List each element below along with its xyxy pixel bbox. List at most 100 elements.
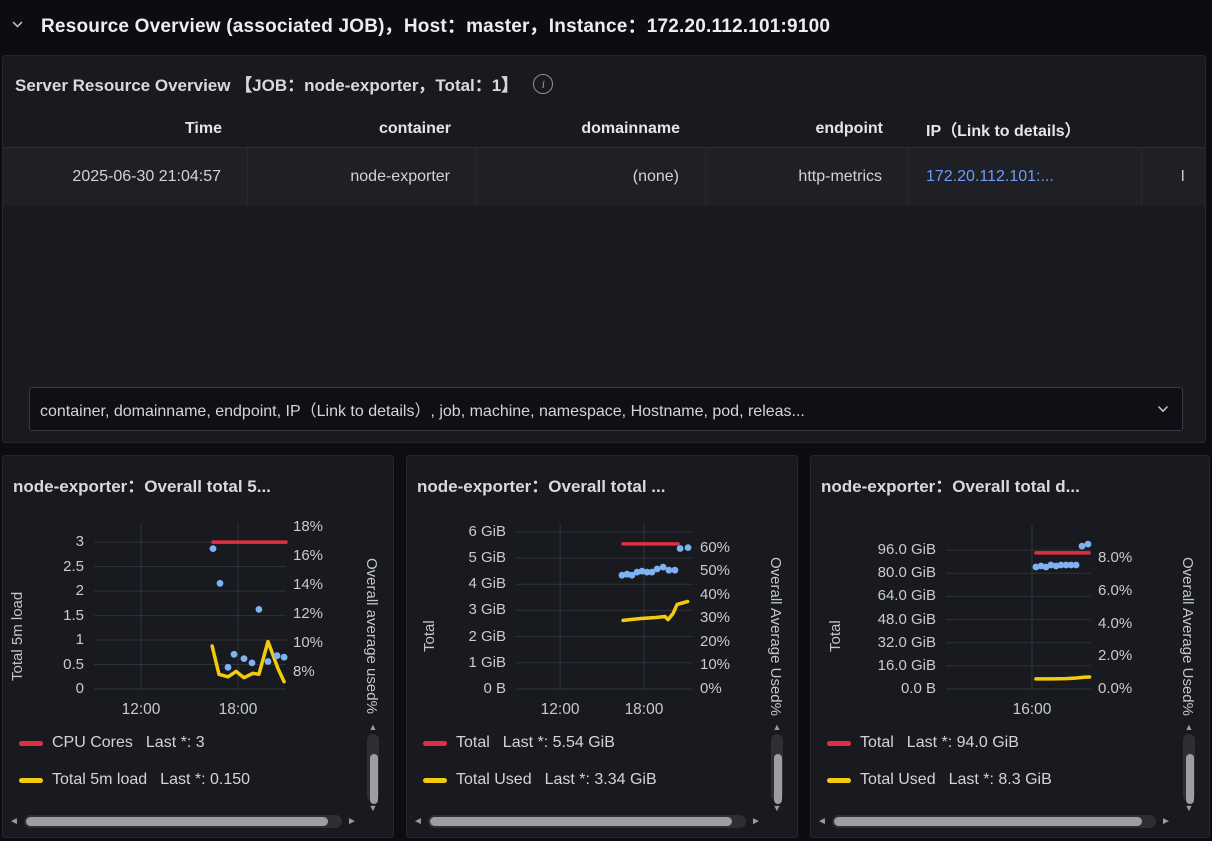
scroll-right-icon[interactable]: ►: [345, 816, 359, 827]
chevron-down-icon[interactable]: [11, 18, 24, 31]
legend-series-name[interactable]: CPU Cores: [52, 734, 133, 752]
series-point[interactable]: [240, 655, 248, 662]
series-point[interactable]: [1084, 540, 1092, 548]
series-point[interactable]: [230, 650, 238, 658]
legend-series-name[interactable]: Total: [860, 734, 894, 752]
legend-row: Total Used Last *: 8.3 GiB: [827, 769, 1052, 791]
cell-endpoint: http-metrics: [706, 148, 909, 206]
cell-ip: 172.20.112.101:...: [909, 148, 1142, 206]
column-header-ip[interactable]: IP（Link to details）: [909, 117, 1142, 141]
panel-horizontal-scrollbar[interactable]: ◄ ►: [815, 814, 1173, 828]
legend-swatch: [19, 740, 43, 746]
server-resource-table: Time container domainname endpoint IP（Li…: [3, 110, 1205, 206]
y-axis-tick-label: 3 GiB: [468, 601, 506, 619]
column-header-time[interactable]: Time: [3, 120, 248, 138]
legend-vertical-scrollbar[interactable]: ▲ ▼: [770, 721, 784, 814]
scroll-down-icon[interactable]: ▼: [1182, 802, 1196, 814]
fields-dropdown[interactable]: container, domainname, endpoint, IP（Link…: [29, 387, 1183, 431]
series-total-5m-load[interactable]: [210, 639, 286, 684]
vertical-scroll-track[interactable]: [771, 734, 783, 804]
series-point[interactable]: [280, 653, 288, 661]
series-point[interactable]: [659, 563, 667, 571]
legend-series-value: Last *: 3: [145, 734, 205, 751]
scroll-left-icon[interactable]: ◄: [7, 816, 21, 827]
panel-horizontal-scrollbar[interactable]: ◄ ►: [411, 814, 763, 828]
horizontal-scroll-track[interactable]: [428, 814, 746, 828]
legend-vertical-scrollbar[interactable]: ▲ ▼: [366, 721, 380, 814]
legend-series-name[interactable]: Total 5m load: [52, 771, 147, 789]
scroll-down-icon[interactable]: ▼: [366, 802, 380, 814]
row-title[interactable]: Resource Overview (associated JOB)，Host：…: [41, 11, 830, 38]
y-axis-tick-label: 0.0%: [1098, 680, 1133, 697]
ip-details-link[interactable]: 172.20.112.101:...: [926, 168, 1054, 186]
chart-panel-3: node-exporter：Overall total d... Total O…: [810, 455, 1210, 838]
scroll-up-icon[interactable]: ▲: [1182, 721, 1196, 733]
cell-domainname: (none): [477, 148, 706, 206]
horizontal-scroll-thumb[interactable]: [26, 816, 329, 826]
scroll-left-icon[interactable]: ◄: [815, 816, 829, 827]
series-point[interactable]: [653, 565, 661, 573]
y-axis-tick-label: 16.0 GiB: [877, 656, 936, 674]
vertical-scroll-thumb[interactable]: [774, 754, 782, 804]
series-point[interactable]: [216, 579, 224, 587]
horizontal-scroll-track[interactable]: [24, 814, 342, 828]
legend-series-name[interactable]: Total Used: [456, 771, 532, 789]
vertical-scroll-thumb[interactable]: [1186, 754, 1194, 804]
info-icon[interactable]: i: [533, 73, 554, 94]
column-header-endpoint[interactable]: endpoint: [706, 120, 909, 138]
horizontal-scroll-track[interactable]: [832, 814, 1156, 828]
legend-swatch: [423, 740, 447, 746]
y-axis-tick-label: 3: [75, 533, 84, 551]
chart-plot[interactable]: [946, 524, 1092, 690]
series-point[interactable]: [671, 566, 679, 574]
x-axis-tick-label: 12:00: [540, 701, 580, 718]
scroll-up-icon[interactable]: ▲: [770, 721, 784, 733]
chart-plot[interactable]: [94, 524, 288, 690]
series-point[interactable]: [248, 659, 256, 667]
y-axis-tick-label: 12%: [293, 604, 324, 622]
y-axis-tick-label: 96.0 GiB: [877, 541, 936, 559]
scroll-right-icon[interactable]: ►: [1159, 816, 1173, 827]
column-header-container[interactable]: container: [248, 120, 477, 138]
series-point[interactable]: [255, 606, 263, 613]
scroll-up-icon[interactable]: ▲: [366, 721, 380, 733]
series-total-used[interactable]: [621, 599, 690, 623]
series-point[interactable]: [665, 566, 673, 574]
chart-plot[interactable]: [516, 524, 693, 690]
dashboard-row-header: Resource Overview (associated JOB)，Host：…: [0, 0, 1212, 48]
y-axis-tick-label: 5 GiB: [468, 549, 506, 567]
panel-horizontal-scrollbar[interactable]: ◄ ►: [7, 814, 359, 828]
series-point[interactable]: [224, 663, 232, 671]
horizontal-scroll-thumb[interactable]: [430, 816, 733, 826]
series-point[interactable]: [209, 545, 217, 552]
cell-time: 2025-06-30 21:04:57: [3, 148, 248, 206]
series-point[interactable]: [1078, 542, 1086, 550]
column-header-domainname[interactable]: domainname: [477, 120, 706, 138]
y-axis-tick-label: 32.0 GiB: [877, 633, 936, 651]
y-axis-tick-label: 16%: [293, 546, 324, 564]
vertical-scroll-thumb[interactable]: [370, 754, 378, 804]
legend-swatch: [827, 740, 851, 746]
horizontal-scroll-thumb[interactable]: [834, 816, 1142, 826]
scroll-left-icon[interactable]: ◄: [411, 816, 425, 827]
legend-series-value: Last *: 94.0 GiB: [906, 734, 1019, 751]
series-point[interactable]: [264, 658, 272, 665]
series-point[interactable]: [273, 652, 281, 660]
series-point[interactable]: [676, 545, 684, 552]
series-total-used[interactable]: [1034, 675, 1092, 681]
table-row: 2025-06-30 21:04:57 node-exporter (none)…: [3, 148, 1205, 206]
vertical-scroll-track[interactable]: [1183, 734, 1195, 804]
scroll-down-icon[interactable]: ▼: [770, 802, 784, 814]
chart-legend: Total Last *: 94.0 GiB Total Used Last *: 8…: [827, 732, 1052, 806]
scroll-right-icon[interactable]: ►: [749, 816, 763, 827]
y-axis-tick-label: 2.0%: [1098, 647, 1133, 665]
y-axis-tick-label: 80.0 GiB: [877, 564, 936, 582]
legend-vertical-scrollbar[interactable]: ▲ ▼: [1182, 721, 1196, 814]
vertical-scroll-track[interactable]: [367, 734, 379, 804]
legend-series-value: Last *: 8.3 GiB: [948, 771, 1052, 788]
legend-series-name[interactable]: Total Used: [860, 771, 936, 789]
legend-series-name[interactable]: Total: [456, 734, 490, 752]
series-point[interactable]: [1072, 561, 1080, 569]
series-point[interactable]: [684, 544, 692, 551]
chart-title: node-exporter：Overall total ...: [417, 477, 666, 496]
